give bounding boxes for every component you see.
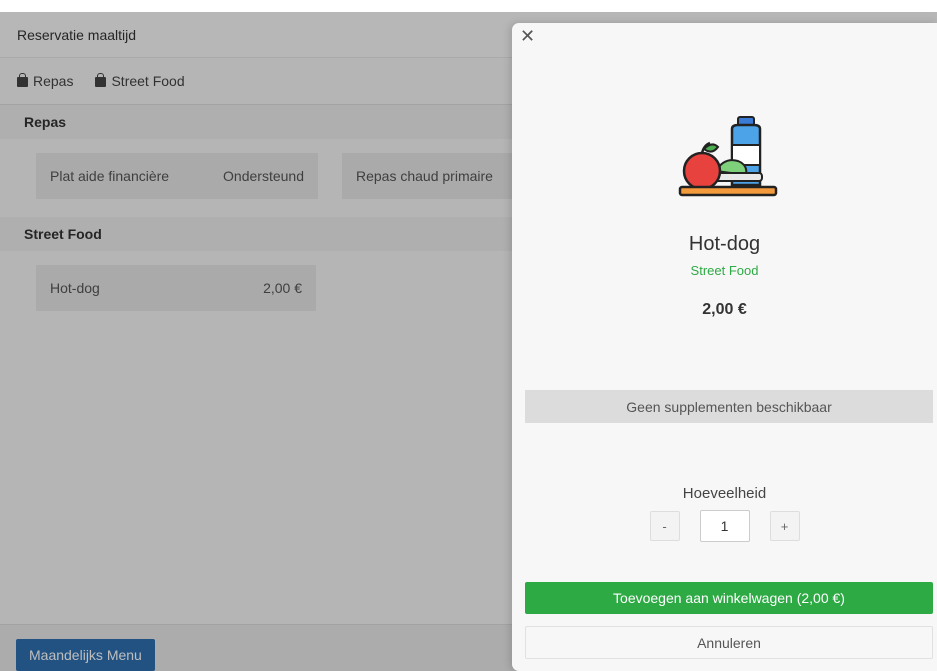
quantity-label: Hoeveelheid [682, 485, 767, 502]
product-price: 2,00 € [702, 301, 747, 318]
product-name: Hot-dog [688, 233, 761, 255]
supplements-notice: Geen supplementen beschikbaar [525, 390, 933, 423]
quantity-increase-button[interactable]: + [769, 511, 800, 541]
quantity-input[interactable] [699, 510, 750, 542]
food-tray-icon [678, 116, 778, 197]
product-category: Street Food [690, 263, 759, 278]
cancel-button[interactable]: Annuleren [525, 626, 933, 659]
product-modal: ✕ Hot-dog Street Food 2,00 € Geen supple… [512, 23, 937, 671]
close-icon[interactable]: ✕ [520, 26, 535, 47]
add-to-cart-button[interactable]: Toevoegen aan winkelwagen (2,00 €) [525, 582, 933, 614]
quantity-decrease-button[interactable]: - [649, 511, 680, 541]
quantity-stepper: - + [512, 510, 937, 542]
